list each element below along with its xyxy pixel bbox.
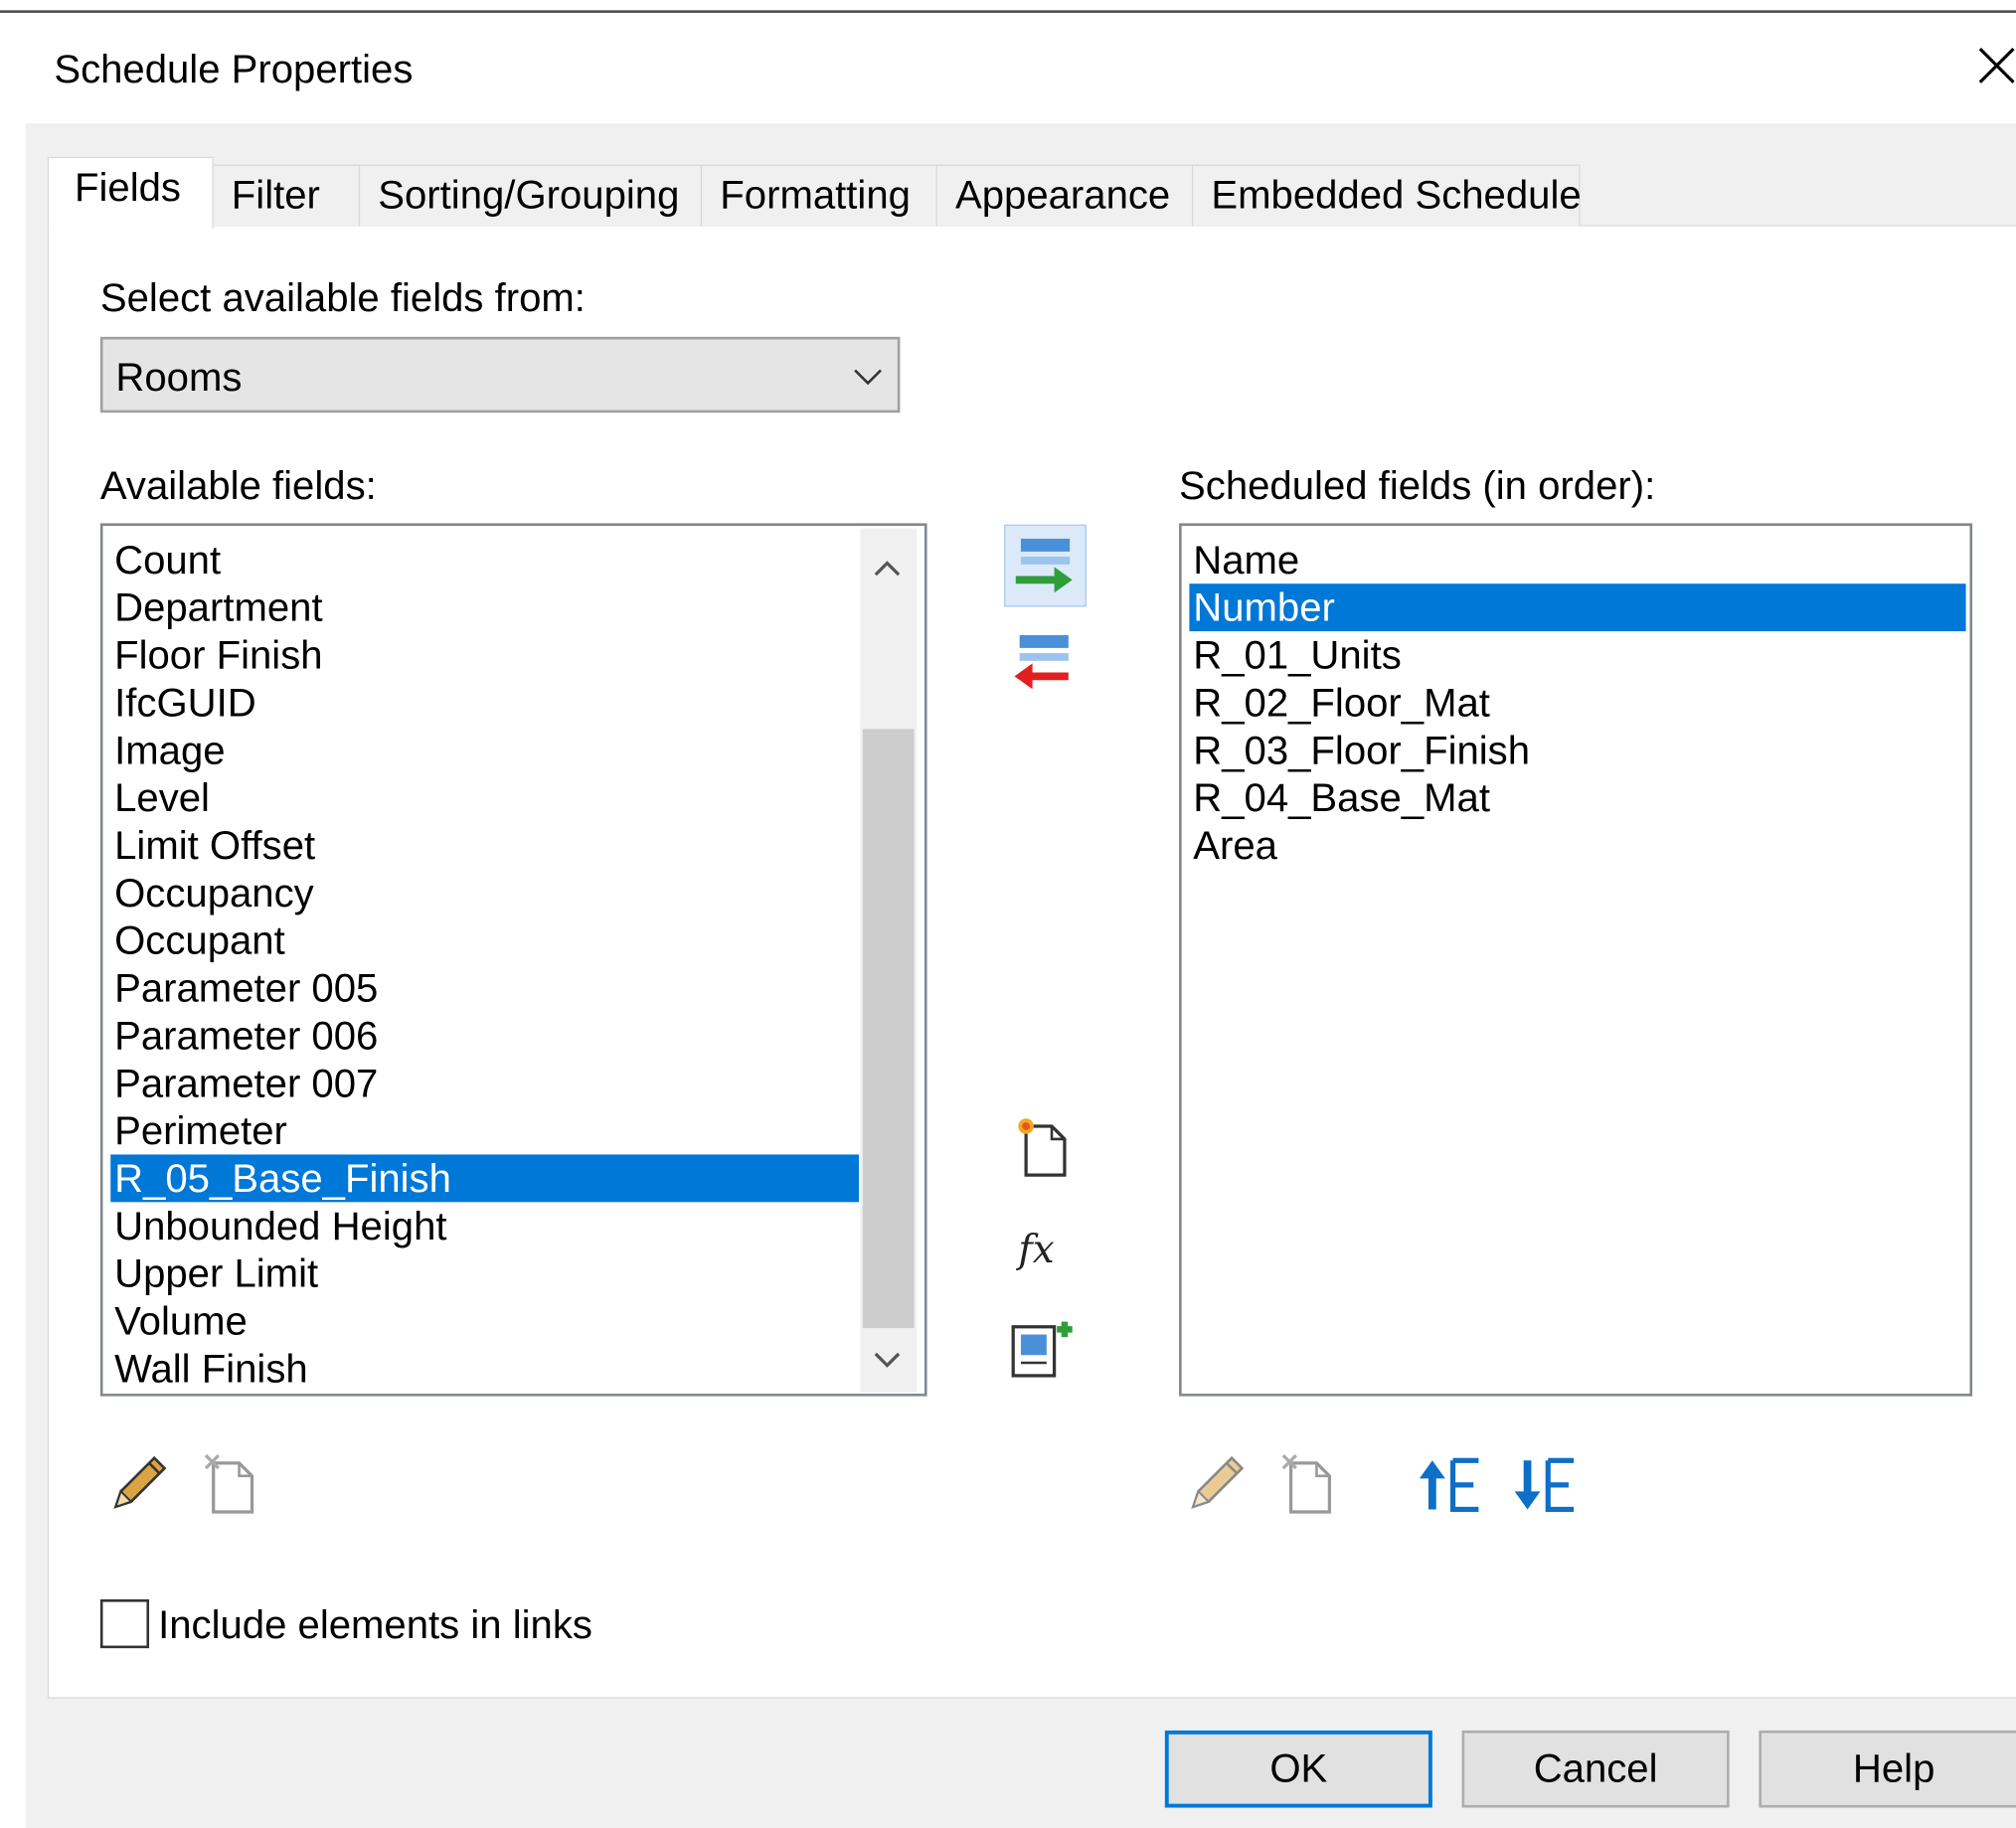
source-category-value: Rooms [115,354,243,401]
move-up-button[interactable] [1417,1455,1486,1517]
ok-button[interactable]: OK [1164,1730,1432,1808]
scheduled-field-item-selected[interactable]: Number [1189,583,1966,632]
scroll-up-icon[interactable] [871,552,905,585]
delete-parameter-button[interactable] [201,1450,267,1517]
help-button[interactable]: Help [1759,1730,2016,1808]
close-icon[interactable] [1969,39,2016,90]
dialog-title: Schedule Properties [54,46,414,91]
move-down-icon [1514,1457,1575,1513]
add-parameter-button[interactable] [1004,524,1087,607]
available-field-item[interactable]: Image [110,727,225,774]
scheduled-field-item[interactable]: R_04_Base_Mat [1189,774,1490,822]
scheduled-field-item[interactable]: Name [1189,536,1299,583]
available-field-item[interactable]: Unbounded Height [110,1202,446,1249]
chevron-down-icon [854,369,882,386]
available-fields-label: Available fields: [99,462,377,508]
tab-sorting-grouping[interactable]: Sorting/Grouping [358,164,703,227]
available-field-item[interactable]: Parameter 006 [110,1012,378,1060]
edit-scheduled-parameter-button[interactable] [1183,1450,1250,1517]
combine-parameters-button[interactable] [1008,1314,1080,1386]
available-field-item[interactable]: Occupancy [110,869,314,916]
scheduled-fields-list[interactable]: Name Number R_01_Units R_02_Floor_Mat R_… [1179,523,1973,1397]
available-field-item[interactable]: Occupant [110,916,285,964]
scroll-down-icon[interactable] [871,1344,905,1378]
available-field-item[interactable]: Floor Finish [110,631,322,679]
available-field-item[interactable]: Limit Offset [110,821,315,869]
available-field-item[interactable]: IfcGUID [110,679,256,727]
svg-text:fx: fx [1015,1228,1054,1272]
available-field-item[interactable]: Volume [110,1297,248,1345]
source-label: Select available fields from: [99,274,586,321]
scheduled-field-item[interactable]: R_02_Floor_Mat [1189,679,1490,727]
tab-appearance[interactable]: Appearance [935,164,1194,227]
available-field-item[interactable]: Department [110,583,322,631]
remove-parameter-icon [1014,634,1069,690]
available-field-item[interactable]: Upper Limit [110,1249,318,1297]
delete-scheduled-parameter-button[interactable] [1278,1450,1345,1517]
tab-embedded-schedule[interactable]: Embedded Schedule [1191,164,1582,227]
pencil-icon [1191,1455,1245,1509]
move-up-icon [1419,1457,1479,1513]
new-parameter-icon [1018,1118,1067,1177]
combine-parameters-icon [1011,1321,1073,1378]
tab-fields[interactable]: Fields [47,156,214,230]
add-parameter-icon [1015,538,1073,593]
edit-parameter-button[interactable] [105,1450,172,1517]
pencil-icon [113,1455,167,1509]
available-field-item[interactable]: Perimeter [110,1107,287,1155]
schedule-properties-dialog: Schedule Properties Fields Filter Sortin… [0,0,2016,1828]
available-field-item[interactable]: Parameter 005 [110,964,378,1012]
delete-parameter-icon [1281,1453,1331,1514]
available-field-item[interactable]: Wall Finish [110,1345,308,1393]
scheduled-field-item[interactable]: Area [1189,821,1277,869]
available-field-item[interactable]: Count [110,536,221,583]
available-field-item-selected[interactable]: R_05_Base_Finish [110,1154,859,1203]
tab-filter[interactable]: Filter [212,164,361,227]
remove-parameter-button[interactable] [1004,625,1087,708]
include-links-checkbox[interactable] [99,1598,150,1649]
cancel-button[interactable]: Cancel [1461,1730,1730,1808]
include-links-label: Include elements in links [158,1601,592,1647]
scheduled-fields-label: Scheduled fields (in order): [1179,462,1656,508]
move-down-button[interactable] [1512,1455,1582,1517]
scheduled-field-item[interactable]: R_03_Floor_Finish [1189,727,1530,774]
source-category-dropdown[interactable]: Rooms [99,336,901,414]
available-fields-scrollbar[interactable] [860,528,918,1393]
new-parameter-button[interactable] [1008,1110,1080,1182]
available-field-item[interactable]: Parameter 007 [110,1060,378,1107]
scheduled-field-item[interactable]: R_01_Units [1189,631,1402,679]
tab-formatting[interactable]: Formatting [700,164,937,227]
calculated-value-icon: fx [1015,1228,1054,1272]
available-fields-list[interactable]: Count Department Floor Finish IfcGUID Im… [99,523,927,1397]
scroll-thumb[interactable] [862,729,915,1329]
delete-parameter-icon [204,1453,254,1514]
available-field-item[interactable]: Level [110,774,210,822]
calculated-value-button[interactable]: fx [1008,1214,1080,1285]
